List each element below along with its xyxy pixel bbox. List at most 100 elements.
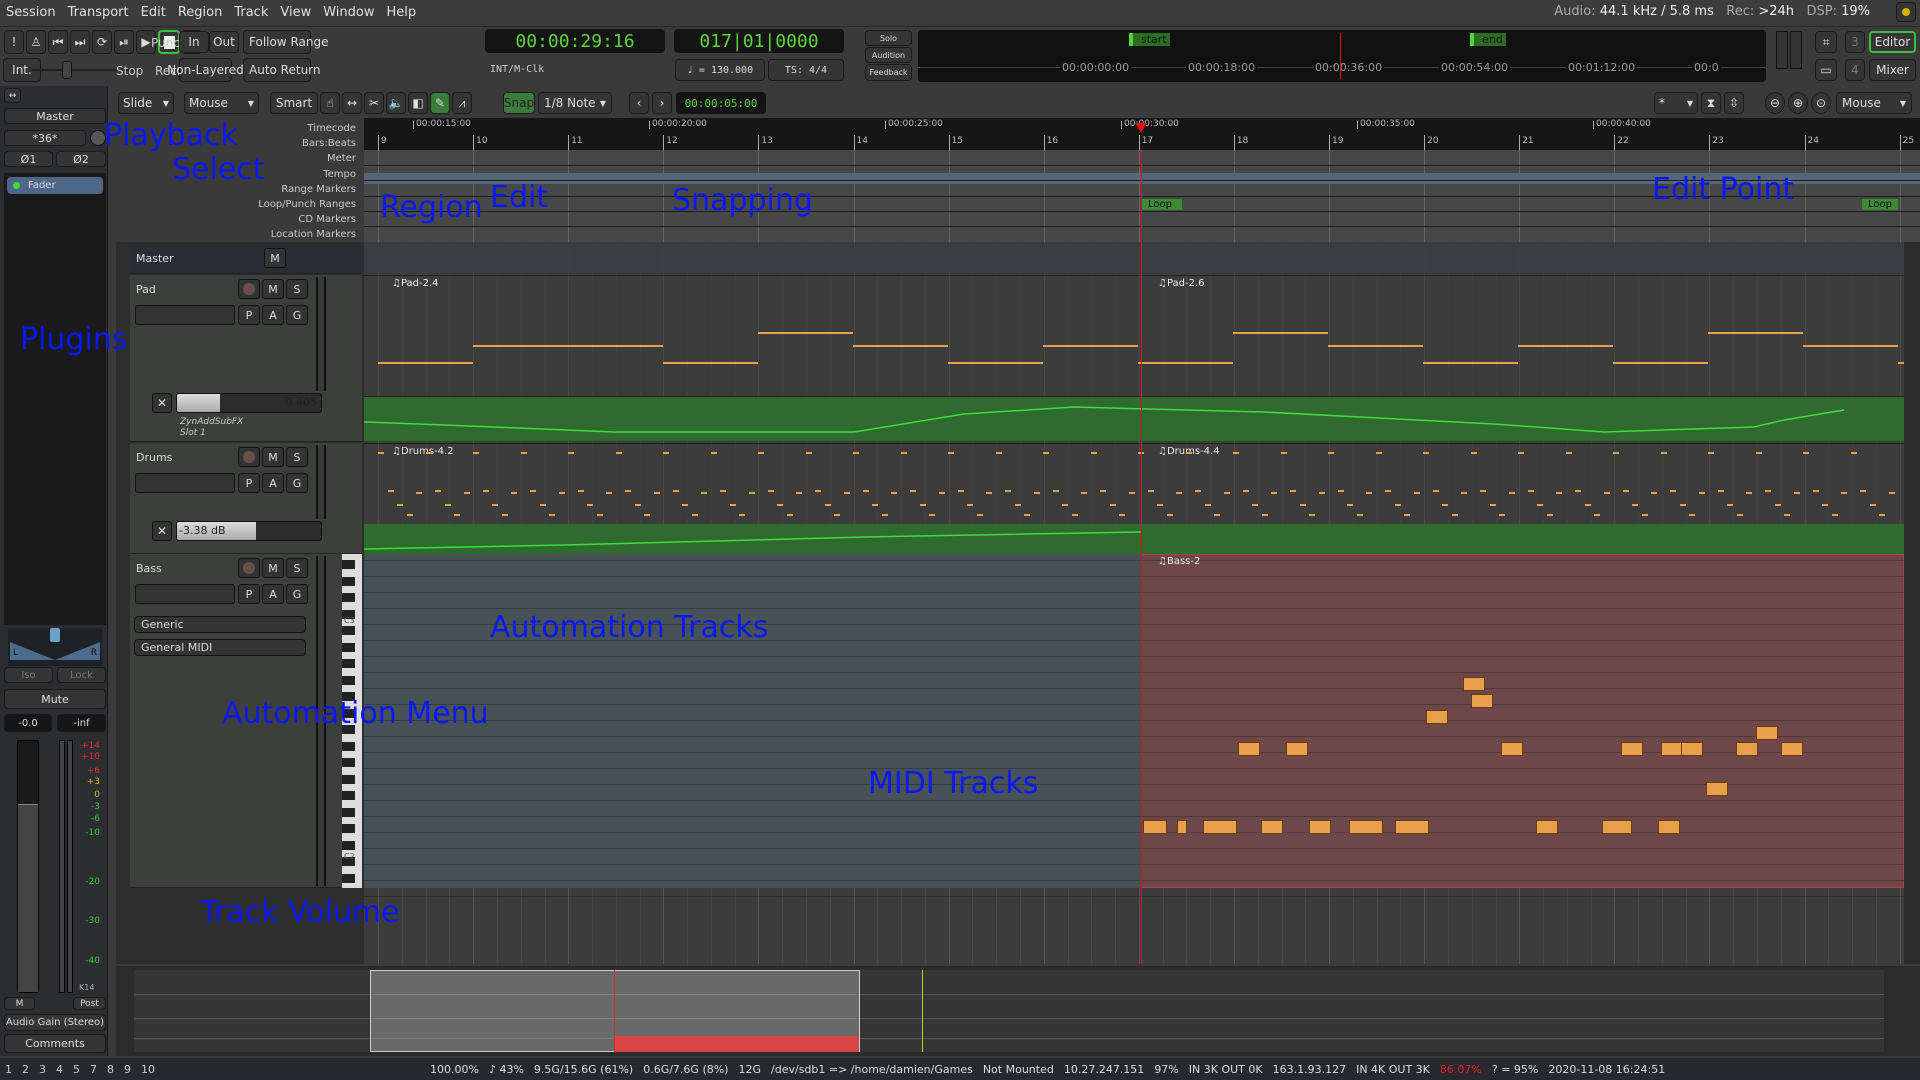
midi-note[interactable] <box>1426 710 1448 724</box>
black-key[interactable] <box>342 758 355 767</box>
midi-note[interactable] <box>1781 742 1803 756</box>
route-group-button[interactable]: G <box>286 473 308 493</box>
mute-button[interactable]: M <box>262 447 284 467</box>
solo-button[interactable]: S <box>286 279 308 299</box>
zoom-to-session-button[interactable]: ⊙ <box>1811 92 1831 114</box>
workspace-tab-8[interactable]: 8 <box>102 1063 119 1076</box>
draw-tool-button[interactable]: ✎ <box>430 92 450 114</box>
menu-view[interactable]: View <box>274 5 317 20</box>
primary-clock[interactable]: 00:00:29:16 <box>485 29 665 53</box>
automation-button[interactable]: A <box>262 473 284 493</box>
comments-button[interactable]: Comments <box>4 1034 106 1053</box>
playlist-button[interactable]: P <box>238 305 260 325</box>
automation-curves[interactable] <box>364 242 1904 964</box>
midi-note[interactable] <box>1143 820 1167 834</box>
nudge-backward-button[interactable]: ‹ <box>629 92 649 114</box>
internal-edit-tool-button[interactable]: ⩘ <box>452 92 472 114</box>
nudge-forward-button[interactable]: › <box>652 92 672 114</box>
goto-end-button[interactable]: ⏭ <box>70 30 90 54</box>
nudge-clock[interactable]: 00:00:05:00 <box>676 92 766 114</box>
grab-tool-button[interactable]: ☝ <box>320 92 340 114</box>
workspace-tab-2[interactable]: 2 <box>17 1063 34 1076</box>
stretch-tool-button[interactable]: ◧ <box>408 92 428 114</box>
midi-note[interactable] <box>1706 782 1728 796</box>
playhead[interactable] <box>1141 242 1142 964</box>
midi-note[interactable] <box>1463 677 1485 691</box>
tempo-display[interactable]: ♩ = 130.000 <box>675 59 765 81</box>
black-key[interactable] <box>342 560 355 569</box>
menu-edit[interactable]: Edit <box>135 5 172 20</box>
mute-button[interactable]: Mute <box>4 689 106 709</box>
smart-mode-button[interactable]: Smart <box>270 92 318 114</box>
timeline-ruler[interactable]: 00:00:15:00 00:00:20:00 00:00:25:00 00:00:3… <box>364 118 1920 150</box>
strip-name-bottom-button[interactable]: Audio Gain (Stereo) <box>4 1014 106 1031</box>
time-signature-display[interactable]: TS: 4/4 <box>768 59 844 81</box>
midi-note[interactable] <box>1658 820 1680 834</box>
mute-button[interactable]: M <box>262 279 284 299</box>
rec-arm-button[interactable] <box>238 447 260 467</box>
crop-button[interactable]: ⌗ <box>1815 31 1837 53</box>
midi-note[interactable] <box>1501 742 1523 756</box>
pan-handle[interactable] <box>50 628 60 642</box>
midi-note[interactable] <box>1471 694 1493 708</box>
workspace-tab-1[interactable]: 1 <box>0 1063 17 1076</box>
plugin-fader[interactable]: Fader <box>7 177 103 194</box>
midi-name-mode-dropdown[interactable]: General MIDI <box>134 639 306 656</box>
midi-note[interactable] <box>1203 820 1237 834</box>
black-key[interactable] <box>342 659 355 668</box>
solo-button[interactable]: Solo <box>865 30 912 46</box>
midi-note[interactable] <box>1177 820 1187 834</box>
midi-note[interactable] <box>1286 742 1308 756</box>
mixer-button[interactable]: Mixer <box>1869 59 1916 81</box>
black-key[interactable] <box>342 873 355 883</box>
rec-arm-button[interactable] <box>238 279 260 299</box>
mini-timeline[interactable]: 00:00:00:00 00:00:18:00 00:00:36:00 00:00:5… <box>918 30 1766 82</box>
hide-automation-button[interactable]: ✕ <box>152 393 172 413</box>
solo-button[interactable]: S <box>286 558 308 578</box>
workspace-tab-9[interactable]: 9 <box>119 1063 136 1076</box>
cut-tool-button[interactable]: ✂ <box>364 92 384 114</box>
hide-automation-button[interactable]: ✕ <box>152 521 172 541</box>
route-group-button[interactable]: G <box>286 305 308 325</box>
range-tool-button[interactable]: ↔ <box>342 92 362 114</box>
menu-window[interactable]: Window <box>317 5 380 20</box>
zoom-in-button[interactable]: ⊕ <box>1788 92 1808 114</box>
black-key[interactable] <box>342 576 355 586</box>
midi-note[interactable] <box>1681 742 1703 756</box>
mute-button[interactable]: M <box>264 248 286 268</box>
black-key[interactable] <box>342 840 355 850</box>
rec-mode-dropdown[interactable]: Non-Layered <box>167 58 244 82</box>
follow-range-button[interactable]: Follow Range <box>243 30 329 54</box>
window-3-button[interactable]: 3 <box>1845 31 1865 53</box>
edit-point-dropdown[interactable]: Mouse ▼ <box>1836 92 1912 114</box>
playhead-marker[interactable] <box>1135 123 1147 133</box>
menu-session[interactable]: Session <box>0 5 62 20</box>
menu-help[interactable]: Help <box>380 5 422 20</box>
midi-note[interactable] <box>1536 820 1558 834</box>
lock-button[interactable]: Lock <box>57 667 106 683</box>
track-fader[interactable] <box>135 584 235 604</box>
midi-note[interactable] <box>1621 742 1643 756</box>
vertical-scrollbar[interactable] <box>1904 242 1920 964</box>
midi-note[interactable] <box>1661 742 1683 756</box>
snap-button[interactable]: Snap <box>503 92 535 114</box>
midi-note[interactable] <box>1261 820 1283 834</box>
volume-fader[interactable] <box>17 740 39 993</box>
midi-note[interactable] <box>1349 820 1383 834</box>
automation-button[interactable]: A <box>262 305 284 325</box>
automation-value-slider[interactable]: 0.405 <box>176 393 322 413</box>
black-key[interactable] <box>342 774 355 784</box>
track-fader[interactable] <box>135 305 235 325</box>
punch-in-button[interactable]: In <box>179 31 209 53</box>
audition-button[interactable]: Audition <box>865 47 912 63</box>
shrink-tracks-button[interactable]: ⧗ <box>1701 92 1721 114</box>
black-key[interactable] <box>342 593 355 602</box>
black-key[interactable] <box>342 741 355 751</box>
editor-canvas[interactable]: ♫Pad-2.4♫Pad-2.6♫Drums-4.2♫Drums-4.4♫Bas… <box>364 242 1904 964</box>
error-log-button[interactable] <box>1896 2 1916 22</box>
black-key[interactable] <box>342 626 355 635</box>
iso-button[interactable]: Iso <box>4 667 53 683</box>
panner[interactable]: L R <box>8 628 102 666</box>
battery-button[interactable]: ▭ <box>1815 59 1837 81</box>
secondary-clock[interactable]: 017|01|0000 <box>674 29 844 53</box>
